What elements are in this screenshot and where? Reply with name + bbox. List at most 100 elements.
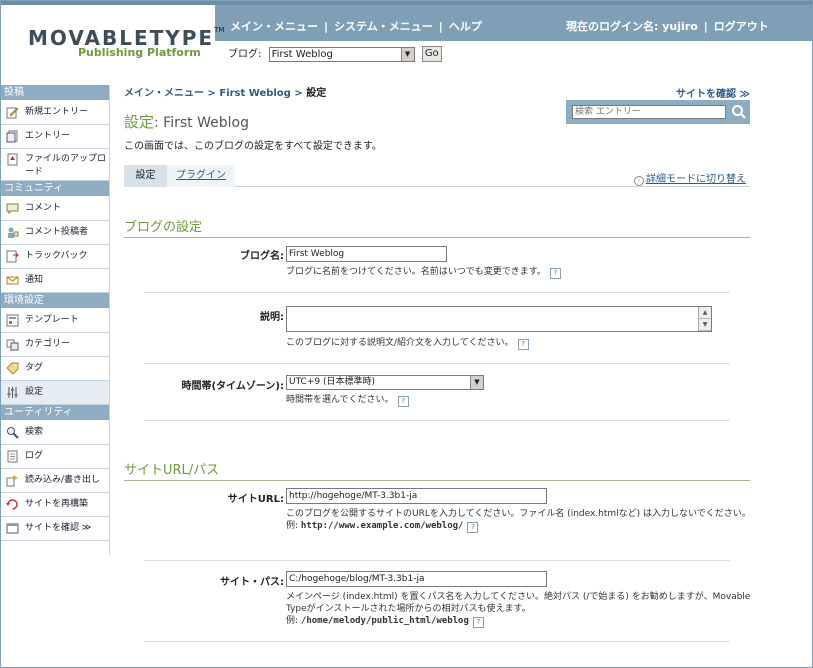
tag-icon — [5, 362, 19, 375]
sidebar-item-commenter[interactable]: コメント投稿者 — [0, 221, 109, 245]
chevron-down-icon: ▼ — [400, 47, 414, 61]
scroll-down-icon[interactable]: ▼ — [699, 319, 711, 331]
divider — [144, 292, 730, 293]
page-description: この画面では、このブログの設定をすべて設定できます。 — [124, 141, 382, 152]
sidebar-item-rebuild[interactable]: サイトを再構築 — [0, 493, 109, 517]
sidebar-item-import-export[interactable]: 読み込み/書き出し — [0, 469, 109, 493]
help-icon[interactable]: ? — [467, 522, 479, 533]
template-icon — [5, 314, 19, 327]
sidebar-item-log[interactable]: ログ — [0, 445, 109, 469]
example-prefix: 例: — [286, 521, 299, 531]
sidebar-item-label: ログ — [25, 451, 44, 461]
go-button[interactable]: Go — [421, 46, 442, 62]
sidebar-item-label: サイトを確認 ≫ — [25, 523, 92, 533]
sidebar-item-label: ファイルのアップロード — [25, 154, 107, 177]
sidebar-item-tag[interactable]: タグ — [0, 357, 109, 381]
detail-mode-link[interactable]: ◦ 詳細モードに切り替え — [634, 170, 746, 186]
blog-switcher: ブログ: First Weblog ▼ Go — [228, 45, 442, 62]
tab-settings[interactable]: 設定 — [124, 165, 167, 187]
login-user-text: 現在のログイン名: yujiro — [566, 20, 698, 33]
top-nav: メイン・メニュー | システム・メニュー | ヘルプ — [230, 20, 482, 33]
new-entry-icon — [5, 106, 19, 119]
search-box: 検索 エントリー — [566, 100, 750, 124]
detail-mode-label: 詳細モードに切り替え — [646, 174, 746, 185]
sidebar-item-trackback[interactable]: トラックバック — [0, 245, 109, 269]
search-input[interactable]: 検索 エントリー — [572, 105, 726, 119]
breadcrumb-main-menu[interactable]: メイン・メニュー — [124, 88, 204, 99]
sidebar-item-comment[interactable]: コメント — [0, 197, 109, 221]
view-site-icon — [5, 522, 19, 535]
blog-select[interactable]: First Weblog ▼ — [268, 46, 415, 62]
sidebar-item-search[interactable]: 検索 — [0, 421, 109, 445]
breadcrumb-blog[interactable]: First Weblog — [219, 88, 290, 99]
breadcrumb-sep: > — [207, 88, 216, 99]
nav-help[interactable]: ヘルプ — [449, 20, 482, 33]
description-textarea[interactable]: ▲ ▼ — [286, 306, 712, 332]
nav-system-menu[interactable]: システム・メニュー — [334, 20, 433, 33]
description-help-text: このブログに対する説明文/紹介文を入力してください。 — [286, 338, 514, 348]
toggle-mode-icon: ◦ — [634, 176, 644, 186]
import-export-icon — [5, 474, 19, 487]
notification-icon — [5, 274, 19, 287]
site-path-field[interactable]: C:/hogehoge/blog/MT-3.3b1-ja — [286, 571, 547, 587]
timezone-select[interactable]: UTC+9 (日本標準時) ▼ — [286, 375, 484, 390]
nav-main-menu[interactable]: メイン・メニュー — [230, 20, 318, 33]
page-title: 設定: First Weblog — [124, 111, 249, 132]
category-icon — [5, 338, 19, 351]
search-icon[interactable] — [731, 104, 747, 120]
breadcrumb-current: 設定 — [306, 88, 327, 99]
sidebar-item-view-site[interactable]: サイトを確認 ≫ — [0, 517, 109, 541]
sidebar-item-category[interactable]: カテゴリー — [0, 333, 109, 357]
divider — [144, 363, 730, 364]
site-path-example-value: /home/melody/public_html/weblog — [300, 616, 469, 626]
help-icon[interactable]: ? — [517, 339, 529, 350]
sidebar-section-header: 環境設定 — [0, 293, 109, 309]
sidebar-item-label: コメント — [25, 203, 62, 213]
trackback-icon — [5, 250, 19, 263]
comment-icon — [5, 202, 19, 215]
scroll-up-icon[interactable]: ▲ — [699, 307, 711, 319]
logout-link[interactable]: ログアウト — [714, 20, 769, 33]
blog-name-field[interactable]: First Weblog — [286, 246, 447, 262]
page-title-main: 設定 — [124, 113, 155, 131]
site-path-help-text: メインページ (index.html) を置くパス名を入力してください。絶対パス… — [286, 592, 751, 614]
user-nav: 現在のログイン名: yujiro | ログアウト — [566, 20, 769, 33]
sidebar-item-label: タグ — [25, 363, 44, 373]
site-path-help: メインページ (index.html) を置くパス名を入力してください。絶対パス… — [286, 591, 752, 628]
help-icon[interactable]: ? — [472, 617, 484, 628]
sidebar-item-label: サイトを再構築 — [25, 499, 89, 509]
sidebar-item-upload[interactable]: ファイルのアップロード — [0, 149, 109, 181]
blog-name-label: ブログ名: — [240, 251, 284, 262]
divider — [144, 420, 730, 421]
blog-name-help-text: ブログに名前をつけてください。名前はいつでも変更できます。 — [286, 267, 546, 277]
upload-icon — [5, 153, 19, 166]
sidebar-item-entries[interactable]: エントリー — [0, 125, 109, 149]
sidebar-item-label: 通知 — [25, 275, 44, 285]
sidebar-item-notification[interactable]: 通知 — [0, 269, 109, 293]
site-url-field[interactable]: http://hogehoge/MT-3.3b1-ja — [286, 488, 547, 504]
sidebar-item-settings[interactable]: 設定 — [0, 381, 109, 405]
logo[interactable]: MOVABLETYPETM Publishing Platform — [28, 26, 225, 59]
sidebar-item-template[interactable]: テンプレート — [0, 309, 109, 333]
view-site-link[interactable]: サイトを確認 ≫ — [676, 85, 750, 100]
search-icon — [5, 426, 19, 439]
entries-icon — [5, 130, 19, 143]
timezone-help: 時間帯を選んでください。? — [286, 394, 752, 407]
description-help: このブログに対する説明文/紹介文を入力してください。? — [286, 337, 752, 350]
blog-select-label: ブログ: — [228, 49, 262, 60]
help-icon[interactable]: ? — [549, 268, 561, 279]
logo-subtitle: Publishing Platform — [78, 46, 201, 59]
sidebar-item-label: 新規エントリー — [25, 107, 89, 117]
blog-select-value: First Weblog — [271, 48, 333, 60]
sidebar-item-new-entry[interactable]: 新規エントリー — [0, 101, 109, 125]
timezone-value: UTC+9 (日本標準時) — [289, 377, 375, 387]
help-icon[interactable]: ? — [397, 396, 409, 407]
sidebar-section-header: ユーティリティ — [0, 405, 109, 421]
logo-tm: TM — [214, 26, 225, 34]
site-url-label: サイトURL: — [227, 494, 284, 505]
tab-plugins[interactable]: プラグイン — [167, 165, 235, 187]
site-url-example: 例: http://www.example.com/weblog/? — [286, 520, 752, 533]
textarea-scrollbar[interactable]: ▲ ▼ — [698, 307, 711, 331]
chevron-down-icon: ▼ — [470, 376, 483, 389]
rebuild-icon — [5, 498, 19, 511]
